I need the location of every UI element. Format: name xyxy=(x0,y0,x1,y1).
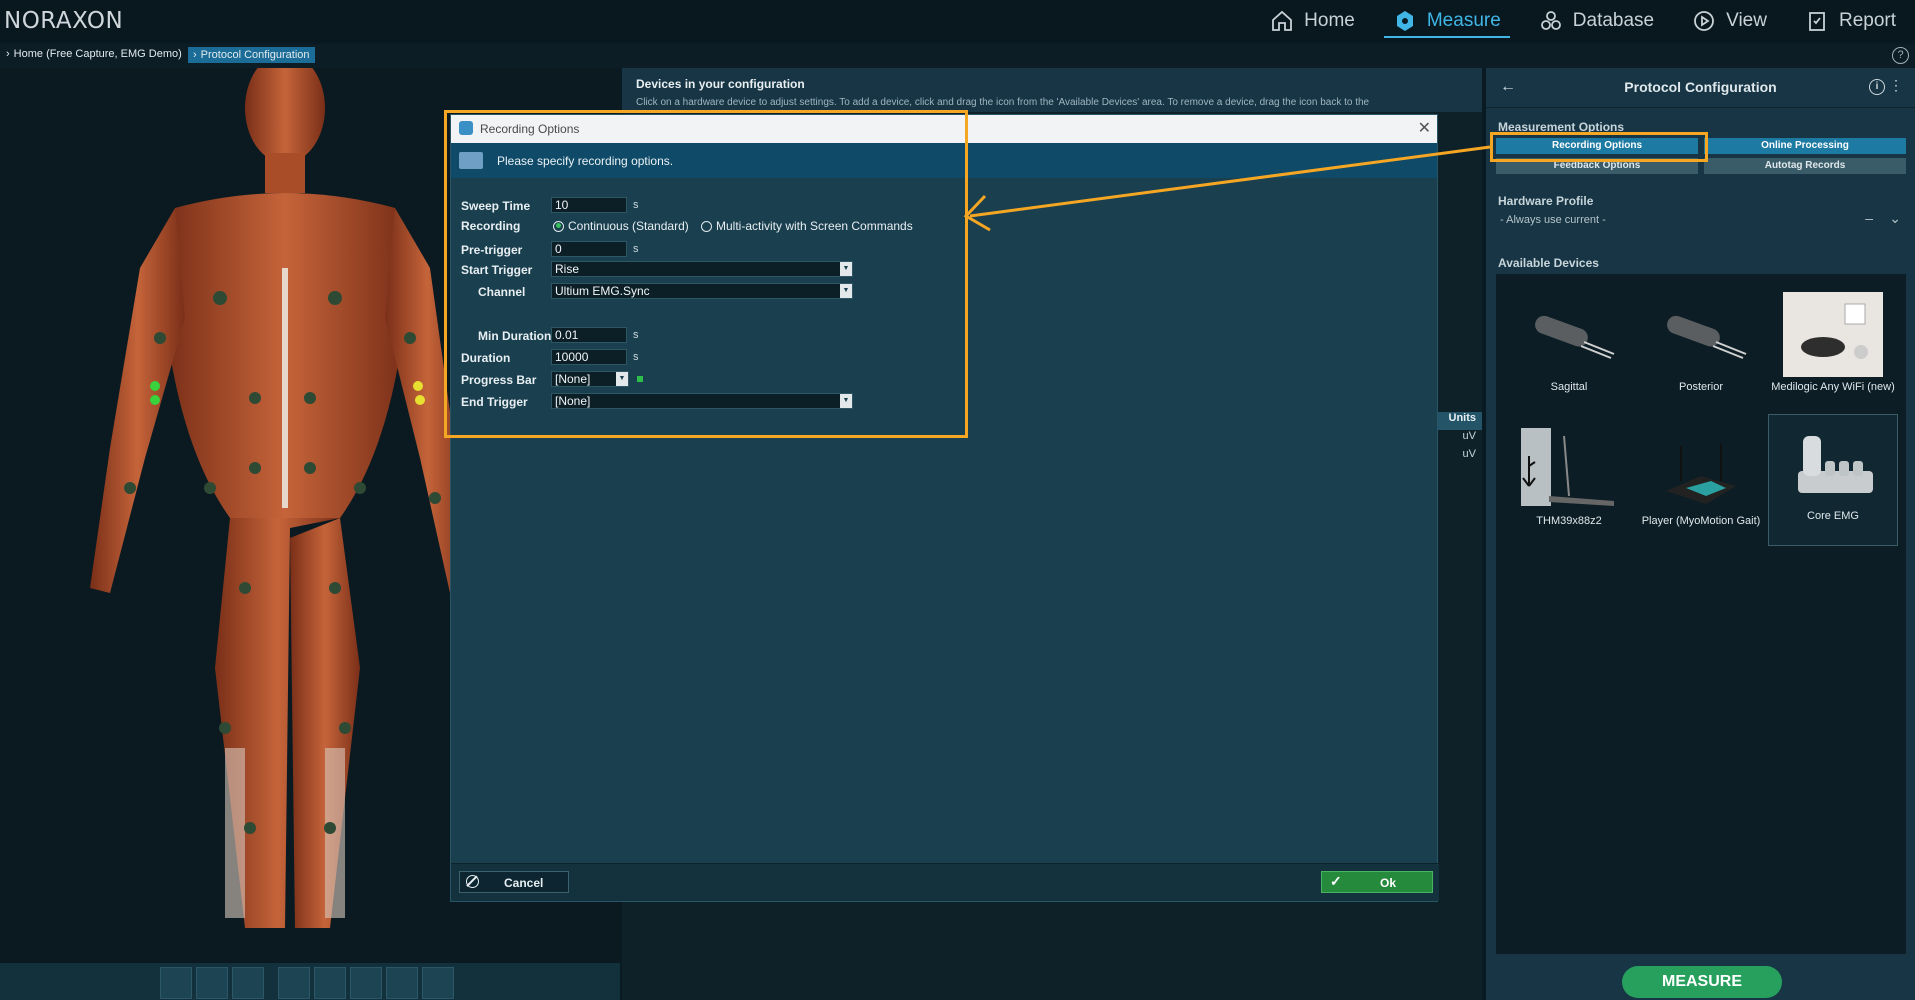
annotation-arrow xyxy=(963,145,1491,232)
